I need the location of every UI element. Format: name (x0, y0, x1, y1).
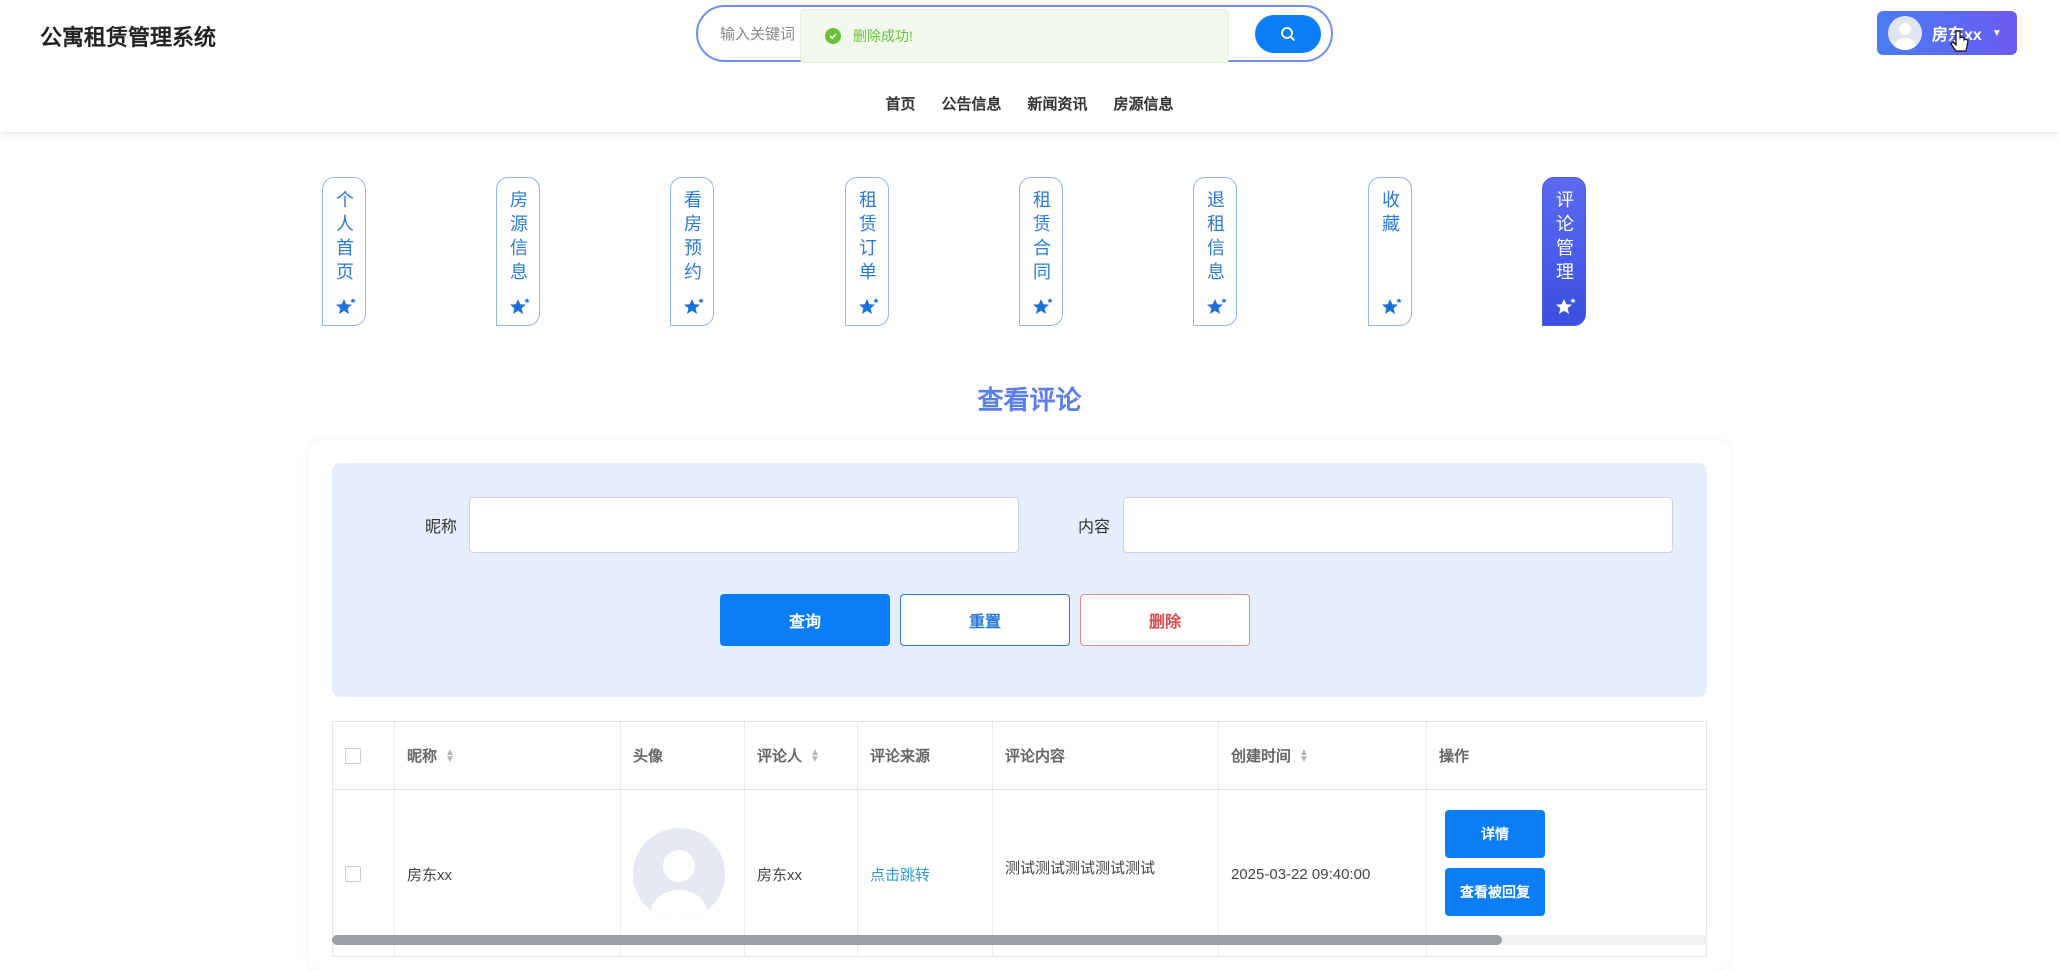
nickname-label: 昵称 (425, 519, 458, 536)
star-icon (1207, 298, 1227, 314)
tab-label: 租赁合同 (1031, 190, 1051, 286)
row-select (333, 790, 395, 956)
search-icon (1281, 27, 1295, 41)
header: 公寓租赁管理系统 删除成功! 房东xx ▼ 首页 公告信息 新闻资讯 房源信息 (0, 0, 2059, 132)
tab-comment-management[interactable]: 评论管理 (1542, 177, 1586, 326)
cell-avatar (621, 790, 745, 956)
header-nickname[interactable]: 昵称 ▲ ▼ (395, 722, 621, 789)
row-checkbox[interactable] (345, 866, 361, 882)
tab-label: 评论管理 (1554, 190, 1574, 286)
tab-personal-home[interactable]: 个人首页 (322, 177, 366, 326)
cell-nickname: 房东xx (395, 790, 621, 956)
content-label: 内容 (1078, 519, 1111, 536)
tab-favorites[interactable]: 收藏 (1368, 177, 1412, 326)
mouse-cursor-icon (1950, 30, 1969, 52)
header-actions: 操作 (1439, 748, 1470, 765)
header-content: 评论内容 (993, 722, 1219, 789)
header-source: 评论来源 (858, 722, 993, 789)
cell-content: 测试测试测试测试测试 (993, 790, 1219, 956)
cell-commenter: 房东xx (745, 790, 858, 956)
top-navigation: 首页 公告信息 新闻资讯 房源信息 (0, 93, 2059, 114)
query-button[interactable]: 查询 (720, 594, 890, 646)
tab-label: 收藏 (1380, 190, 1400, 238)
tab-label: 房源信息 (508, 190, 528, 286)
table-row: 房东xx 房东xx 点击跳转 测试测试测试测试测试 2025-03-22 09:… (333, 790, 1706, 956)
tab-viewing-appointments[interactable]: 看房预约 (670, 177, 714, 326)
chevron-down-icon: ▼ (1991, 27, 2002, 39)
avatar (633, 828, 725, 920)
header-created[interactable]: 创建时间 ▲ ▼ (1219, 722, 1427, 789)
brand-title: 公寓租赁管理系统 (40, 25, 217, 50)
success-check-icon (825, 28, 841, 44)
tab-listings[interactable]: 房源信息 (496, 177, 540, 326)
tab-label: 个人首页 (334, 190, 354, 286)
tab-rental-contracts[interactable]: 租赁合同 (1019, 177, 1063, 326)
select-all-checkbox[interactable] (345, 747, 361, 764)
cell-actions: 详情 查看被回复 (1427, 790, 1706, 956)
nav-news[interactable]: 新闻资讯 (1028, 93, 1088, 114)
header-commenter[interactable]: 评论人 ▲ ▼ (745, 722, 858, 789)
star-icon (1556, 298, 1576, 314)
nav-listings[interactable]: 房源信息 (1114, 93, 1174, 114)
star-icon (510, 298, 530, 314)
page-title: 查看评论 (977, 385, 1082, 415)
tab-label: 看房预约 (682, 190, 702, 286)
nav-home[interactable]: 首页 (885, 93, 915, 114)
table-header: 昵称 ▲ ▼ 头像 评论人 ▲ ▼ 评论来源 评论内容 创建时间 ▲ ▼ 操作 (333, 722, 1706, 790)
star-icon (1382, 298, 1402, 314)
nav-notices[interactable]: 公告信息 (941, 93, 1001, 114)
star-icon (684, 298, 704, 314)
scrollbar-thumb[interactable] (332, 935, 1502, 945)
avatar (1888, 16, 1922, 50)
nickname-input[interactable] (469, 497, 1019, 553)
sort-icon: ▲ ▼ (445, 746, 455, 765)
tab-move-out[interactable]: 退租信息 (1193, 177, 1237, 326)
tab-label: 租赁订单 (857, 190, 877, 286)
sort-icon: ▲ ▼ (1299, 746, 1309, 765)
comments-table: 昵称 ▲ ▼ 头像 评论人 ▲ ▼ 评论来源 评论内容 创建时间 ▲ ▼ 操作 房东xx (332, 721, 1707, 957)
user-menu-button[interactable]: 房东xx ▼ (1877, 11, 2017, 55)
success-toast: 删除成功! (800, 9, 1229, 63)
tab-rental-orders[interactable]: 租赁订单 (845, 177, 889, 326)
toast-message: 删除成功! (853, 28, 913, 44)
tab-label: 退租信息 (1205, 190, 1225, 286)
star-icon (336, 298, 356, 314)
sort-icon: ▲ ▼ (810, 746, 820, 765)
reset-button[interactable]: 重置 (900, 594, 1070, 646)
star-icon (859, 298, 879, 314)
detail-button[interactable]: 详情 (1445, 810, 1545, 858)
content-input[interactable] (1123, 497, 1673, 553)
search-button[interactable] (1255, 15, 1321, 53)
view-replies-button[interactable]: 查看被回复 (1445, 868, 1545, 916)
cell-created: 2025-03-22 09:40:00 (1219, 790, 1427, 956)
header-select-all (333, 722, 395, 789)
source-link[interactable]: 点击跳转 (858, 790, 993, 956)
star-icon (1033, 298, 1053, 314)
header-avatar: 头像 (621, 722, 745, 789)
delete-button[interactable]: 删除 (1080, 594, 1250, 646)
